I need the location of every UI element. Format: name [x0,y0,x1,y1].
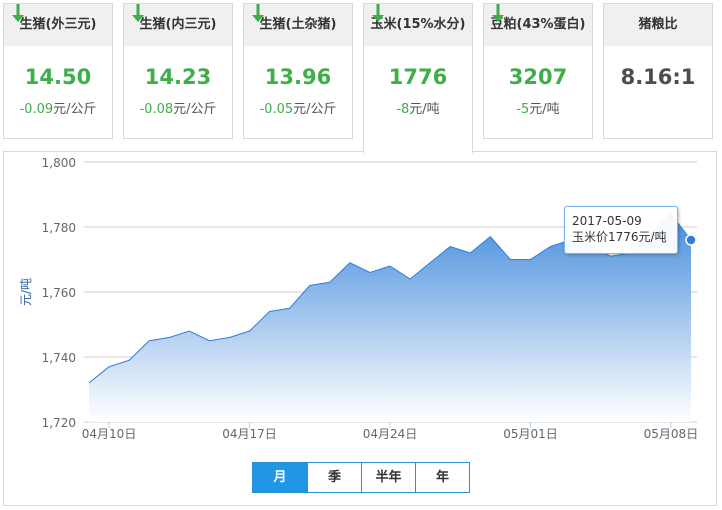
x-tick-label: 04月10日 [82,427,137,441]
highlight-point[interactable] [685,234,697,246]
data-point[interactable] [429,261,432,264]
y-tick-label: 1,800 [42,156,76,170]
data-point[interactable] [268,310,271,313]
x-tick-label: 05月08日 [644,427,699,441]
data-point[interactable] [509,258,512,261]
data-point[interactable] [348,261,351,264]
data-point[interactable] [489,235,492,238]
data-point[interactable] [529,258,532,261]
data-point[interactable] [148,339,151,342]
data-point[interactable] [409,278,412,281]
y-tick-label: 1,740 [42,351,76,365]
data-point[interactable] [449,245,452,248]
x-tick-label: 04月24日 [363,427,418,441]
y-tick-label: 1,780 [42,221,76,235]
data-point[interactable] [228,336,231,339]
data-point[interactable] [609,255,612,258]
data-point[interactable] [389,265,392,268]
data-point[interactable] [88,382,91,385]
x-tick-label: 04月17日 [222,427,277,441]
data-point[interactable] [128,359,131,362]
tooltip-value: 玉米价1776元/吨 [572,230,667,244]
chart-tooltip: 2017-05-09 玉米价1776元/吨 [564,206,678,254]
y-tick-label: 1,760 [42,286,76,300]
data-point[interactable] [248,330,251,333]
data-point[interactable] [549,245,552,248]
area-chart: 1,720 1,740 1,760 1,780 1,800 04月10日 04月17日 04月… [19,156,699,441]
data-point[interactable] [469,252,472,255]
tooltip-date: 2017-05-09 [572,214,642,228]
data-point[interactable] [208,339,211,342]
x-tick-label: 05月01日 [503,427,558,441]
data-point[interactable] [308,284,311,287]
y-axis-label: 元/吨 [19,278,33,306]
data-point[interactable] [288,307,291,310]
data-point[interactable] [328,281,331,284]
data-point[interactable] [108,365,111,368]
data-point[interactable] [188,330,191,333]
data-point[interactable] [368,271,371,274]
y-tick-label: 1,720 [42,416,76,430]
data-point[interactable] [168,336,171,339]
